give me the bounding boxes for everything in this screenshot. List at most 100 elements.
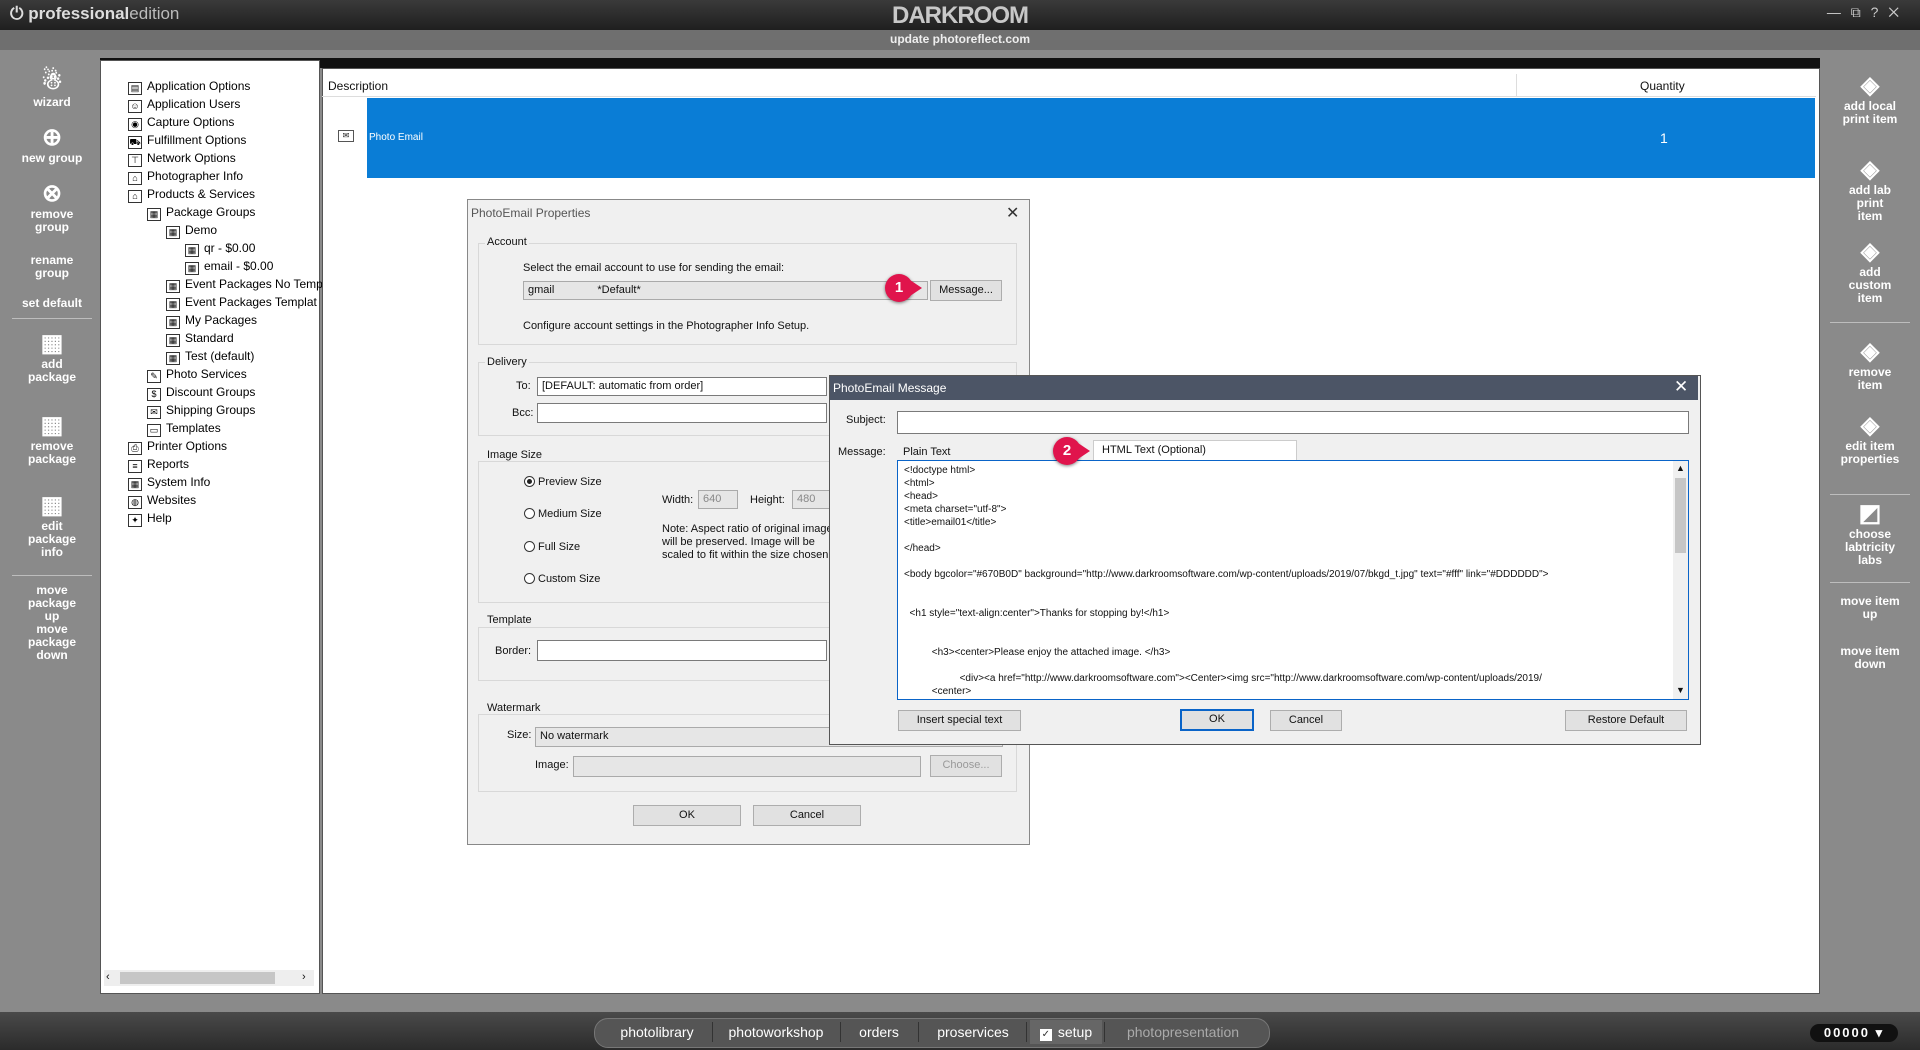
full-size-radio[interactable] [524,541,535,552]
custom-size-radio[interactable] [524,573,535,584]
tab-photoworkshop[interactable]: photoworkshop [716,1020,836,1044]
edit-package-info-button[interactable]: ▦ edit package info [2,494,102,559]
tree-item[interactable]: ≡ Reports [128,457,189,473]
height-field[interactable]: 480 [792,490,832,509]
tree-item[interactable]: ✦ Help [128,511,172,527]
set-default-button[interactable]: set default [2,297,102,310]
properties-cancel-button[interactable]: Cancel [753,805,861,826]
move-package-up-button[interactable]: move package up [2,584,102,623]
insert-special-text-button[interactable]: Insert special text [898,710,1021,731]
medium-size-radio[interactable] [524,508,535,519]
width-field[interactable]: 640 [698,490,738,509]
move-item-up-button[interactable]: move item up [1820,595,1920,621]
tree-item[interactable]: ▤ Application Options [128,79,250,95]
update-link[interactable]: update photoreflect.com [860,32,1060,46]
new-group-button[interactable]: ⊕ new group [2,126,102,165]
close-icon[interactable]: ✕ [1674,377,1688,397]
tree-node-icon: ⊤ [128,154,142,167]
tab-plain-text[interactable]: Plain Text [903,446,951,458]
to-field[interactable]: [DEFAULT: automatic from order] [537,377,827,396]
edition-bold: professional [28,4,130,23]
preview-size-radio[interactable] [524,476,535,487]
tree-node-icon: ▦ [166,352,180,365]
edit-item-properties-button[interactable]: ◈ edit item properties [1820,414,1920,466]
close-icon[interactable]: ✕ [1006,203,1019,223]
rename-group-button[interactable]: rename group [2,254,102,280]
tree-node-icon: ⛟ [128,136,142,149]
scroll-down-icon[interactable]: ▼ [1676,685,1685,695]
tree-node-icon: ◉ [128,118,142,131]
tree-item[interactable]: ✉ Shipping Groups [147,403,255,419]
wizard-button[interactable]: ☃ wizard [2,70,102,109]
border-field[interactable] [537,640,827,661]
tree-item[interactable]: ⌂ Products & Services [128,187,255,203]
tab-proservices[interactable]: proservices [922,1020,1024,1044]
tree-item[interactable]: ▦ Demo [166,223,217,239]
tree-item[interactable]: $ Discount Groups [147,385,255,401]
editor-scroll-thumb[interactable] [1675,478,1686,553]
tab-setup[interactable]: ✓ setup [1030,1020,1102,1044]
toolbar-divider [1830,494,1910,495]
tab-html-text[interactable]: HTML Text (Optional) [1093,440,1297,460]
tree-item[interactable]: ◍ Websites [128,493,196,509]
move-item-down-button[interactable]: move item down [1820,645,1920,671]
tree-item[interactable]: ▦ qr - $0.00 [185,241,255,257]
message-cancel-button[interactable]: Cancel [1270,710,1342,731]
choose-labtricity-labs-button[interactable]: ◩ choose labtricity labs [1820,502,1920,567]
html-editor[interactable]: <!doctype html> <html> <head> <meta char… [897,460,1689,700]
add-local-print-item-button[interactable]: ◈ add local print item [1820,74,1920,126]
tree-item[interactable]: ▦ Package Groups [147,205,255,221]
tree-item[interactable]: ⌂ Photographer Info [128,169,243,185]
tree-item[interactable]: ⛟ Fulfillment Options [128,133,246,149]
tree-item[interactable]: ▦ Event Packages Templat [166,295,317,311]
tree-item[interactable]: ▦ Test (default) [166,349,254,365]
column-description[interactable]: Description [328,79,388,93]
tree-node-icon: ▭ [147,424,161,437]
tab-orders[interactable]: orders [844,1020,914,1044]
tree-item[interactable]: ▦ Event Packages No Temp [166,277,323,293]
remove-item-button[interactable]: ◈ remove item [1820,340,1920,392]
tree-item[interactable]: ☺ Application Users [128,97,240,113]
choose-button[interactable]: Choose... [930,755,1002,777]
bcc-field[interactable] [537,403,827,423]
tree-item[interactable]: ⊤ Network Options [128,151,236,167]
tree-item[interactable]: ▦ Standard [166,331,234,347]
account-select[interactable]: gmail *Default* [523,281,928,300]
tab-photopresentation[interactable]: photopresentation [1108,1020,1258,1044]
tab-divider [1104,1022,1105,1042]
tree-scroll-thumb[interactable] [120,972,275,984]
remove-package-button[interactable]: ▦ remove package [2,414,102,466]
tree-item[interactable]: ◉ Capture Options [128,115,234,131]
tree-item[interactable]: ⎙ Printer Options [128,439,227,455]
subject-field[interactable] [897,411,1689,434]
tree-item[interactable]: ▦ My Packages [166,313,257,329]
edit-item-icon: ◈ [1860,412,1880,439]
watermark-image-field[interactable] [573,756,921,777]
tree-item[interactable]: ▦ email - $0.00 [185,259,273,275]
tree-node-icon: ⎙ [128,442,142,455]
tree-item[interactable]: ✎ Photo Services [147,367,247,383]
tree-node-icon: ≡ [128,460,142,473]
message-ok-button[interactable]: OK [1180,709,1254,731]
add-lab-print-item-button[interactable]: ◈ add lab print item [1820,158,1920,223]
email-icon: ✉ [338,130,354,142]
properties-ok-button[interactable]: OK [633,805,741,826]
column-quantity[interactable]: Quantity [1640,79,1685,93]
tree-item[interactable]: ▭ Templates [147,421,221,437]
remove-group-button[interactable]: ⊗ remove group [2,182,102,234]
scroll-up-icon[interactable]: ▲ [1676,463,1685,473]
window-controls[interactable]: — ⧉ ? ✕ [1827,4,1902,21]
move-package-down-button[interactable]: move package down [2,623,102,662]
table-row[interactable] [367,98,1815,178]
restore-default-button[interactable]: Restore Default [1565,710,1687,731]
tree-item[interactable]: ▦ System Info [128,475,210,491]
border-label: Border: [495,645,532,657]
scroll-left-icon[interactable]: ‹ [106,971,110,983]
scroll-right-icon[interactable]: › [302,971,306,983]
tree-node-icon: ✦ [128,514,142,527]
tab-photolibrary[interactable]: photolibrary [606,1020,708,1044]
add-package-button[interactable]: ▦ add package [2,332,102,384]
message-button[interactable]: Message... [930,280,1002,301]
counter-display[interactable]: 00000 ▾ [1810,1024,1898,1042]
add-custom-item-button[interactable]: ◈ add custom item [1820,240,1920,305]
